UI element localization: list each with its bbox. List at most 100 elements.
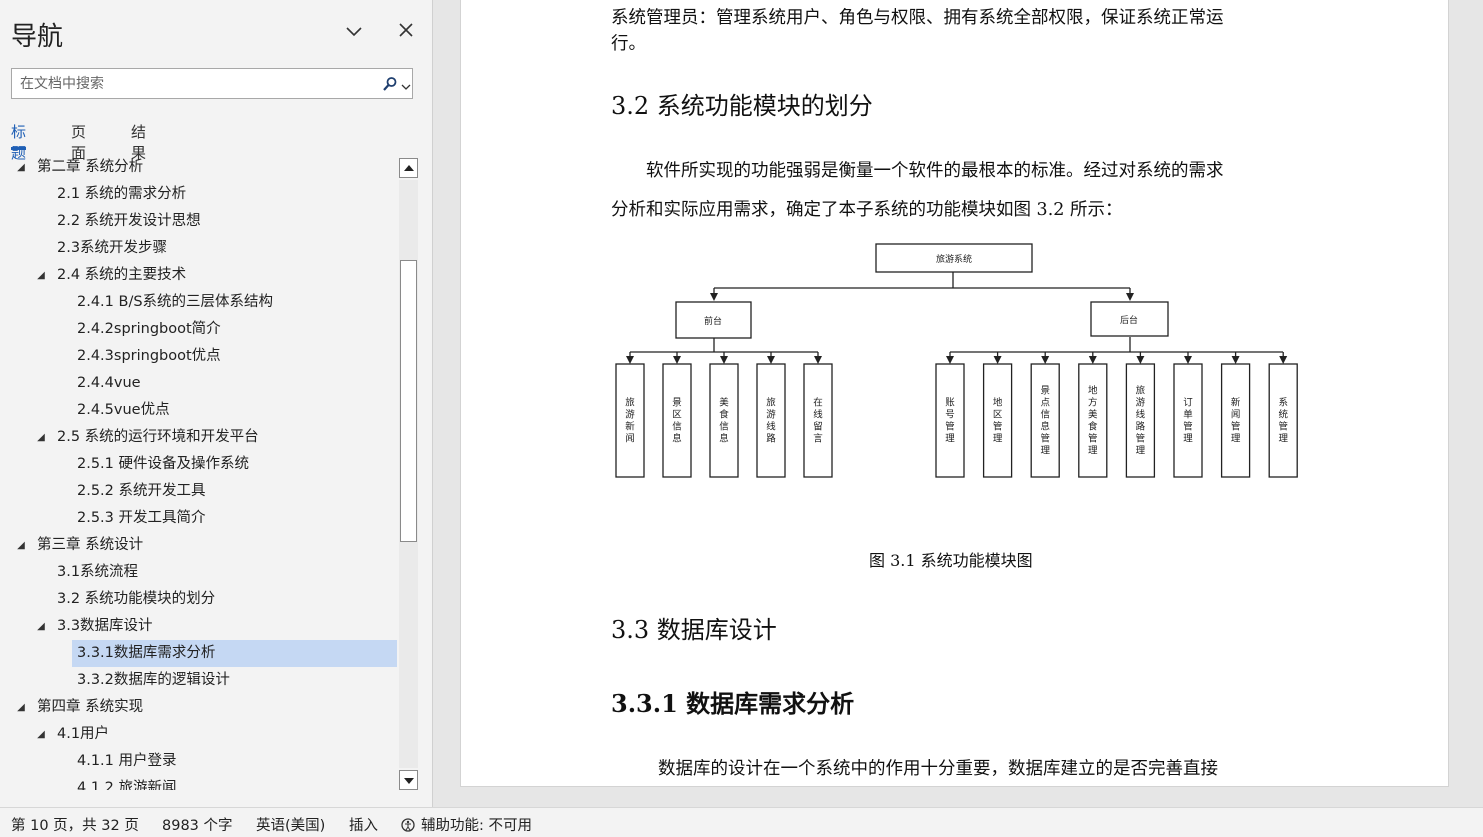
nav-scrollbar[interactable] — [399, 158, 419, 790]
nav-heading-item[interactable]: 3.1系统流程 — [0, 559, 398, 586]
nav-heading-item[interactable]: 2.4.4vue — [0, 370, 398, 397]
figure-caption: 图 3.1 系统功能模块图 — [869, 551, 1033, 570]
module-box: 旅游线路 — [756, 363, 786, 478]
nav-heading-label: 2.4 系统的主要技术 — [57, 267, 187, 283]
expand-triangle-icon[interactable]: ◢ — [14, 532, 28, 559]
nav-heading-item[interactable]: ◢ 第四章 系统实现 — [0, 694, 398, 721]
nav-heading-item[interactable]: 4.1.2 旅游新闻 — [0, 775, 398, 790]
expand-triangle-icon[interactable]: ◢ — [34, 613, 48, 640]
nav-heading-label: 3.2 系统功能模块的划分 — [57, 591, 216, 607]
module-label: 景点信息管理 — [1040, 386, 1050, 457]
nav-heading-label: 4.1.2 旅游新闻 — [77, 780, 177, 790]
root-node-label: 旅游系统 — [936, 253, 972, 265]
nav-heading-item[interactable]: 2.4.1 B/S系统的三层体系结构 — [0, 289, 398, 316]
nav-heading-item[interactable]: ◢ 3.3数据库设计 — [0, 613, 398, 640]
paragraph-text: 软件所实现的功能强弱是衡量一个软件的最根本的标准。经过对系统的需求 — [646, 161, 1224, 181]
close-icon[interactable] — [395, 19, 417, 41]
scroll-down-button[interactable] — [399, 770, 418, 790]
nav-heading-label: 2.4.3springboot优点 — [77, 348, 221, 364]
nav-heading-label: 第三章 系统设计 — [37, 537, 144, 553]
nav-heading-item[interactable]: 2.2 系统开发设计思想 — [0, 208, 398, 235]
nav-heading-label: 3.1系统流程 — [57, 564, 139, 580]
module-box: 新闻管理 — [1220, 363, 1251, 478]
nav-heading-label: 2.4.5vue优点 — [77, 402, 170, 418]
nav-heading-label: 3.3.2数据库的逻辑设计 — [77, 672, 230, 688]
insert-mode[interactable]: 插入 — [349, 814, 378, 835]
module-label: 系统管理 — [1278, 398, 1288, 445]
module-box: 在线留言 — [803, 363, 833, 478]
nav-heading-label: 2.3系统开发步骤 — [57, 240, 168, 256]
search-options-chevron-icon[interactable] — [401, 78, 411, 90]
nav-heading-item[interactable]: 3.3.1数据库需求分析 — [0, 640, 398, 667]
back-connectors — [946, 352, 1288, 364]
nav-heading-item[interactable]: 2.4.5vue优点 — [0, 397, 398, 424]
document-area[interactable]: 系统管理员：管理系统用户、角色与权限、拥有系统全部权限，保证系统正常运 行。 3… — [434, 0, 1483, 807]
module-box: 账号管理 — [935, 363, 965, 478]
module-label: 景区信息 — [672, 398, 682, 445]
nav-heading-item[interactable]: 2.5.3 开发工具简介 — [0, 505, 398, 532]
scroll-thumb[interactable] — [400, 260, 417, 542]
nav-heading-label: 2.1 系统的需求分析 — [57, 186, 187, 202]
nav-heading-label: 2.4.1 B/S系统的三层体系结构 — [77, 294, 274, 310]
nav-heading-label: 2.5 系统的运行环境和开发平台 — [57, 429, 259, 445]
scroll-track[interactable] — [399, 180, 418, 768]
nav-heading-item[interactable]: 2.1 系统的需求分析 — [0, 181, 398, 208]
module-box: 旅游线路管理 — [1125, 363, 1156, 478]
nav-heading-label: 2.5.3 开发工具简介 — [77, 510, 206, 526]
document-page[interactable]: 系统管理员：管理系统用户、角色与权限、拥有系统全部权限，保证系统正常运 行。 3… — [460, 0, 1449, 787]
nav-heading-label: 3.3.1数据库需求分析 — [77, 645, 216, 661]
page-count[interactable]: 第 10 页，共 32 页 — [11, 814, 139, 835]
navigation-pane: 导航 标题 页面 结果 ◢第二章 系统分析2.1 系统的需求分析2.2 系统开发… — [0, 0, 433, 807]
nav-heading-item[interactable]: 2.4.2springboot简介 — [0, 316, 398, 343]
triangle-up-icon — [404, 165, 414, 171]
nav-heading-item[interactable]: ◢ 第三章 系统设计 — [0, 532, 398, 559]
nav-heading-item[interactable]: ◢ 第二章 系统分析 — [0, 154, 398, 181]
nav-heading-label: 4.1用户 — [57, 726, 110, 742]
front-node: 前台 — [675, 301, 752, 339]
front-children: 旅游新闻 景区信息 美食信息旅游线路在线留言 — [615, 363, 833, 478]
module-box: 地方美食管理 — [1078, 363, 1108, 478]
expand-triangle-icon[interactable]: ◢ — [34, 424, 48, 451]
nav-heading-label: 2.2 系统开发设计思想 — [57, 213, 201, 229]
heading-3-3: 3.3 数据库设计 — [611, 616, 777, 644]
expand-triangle-icon[interactable]: ◢ — [34, 262, 48, 289]
nav-heading-item[interactable]: 2.5.1 硬件设备及操作系统 — [0, 451, 398, 478]
paragraph-text: 系统管理员：管理系统用户、角色与权限、拥有系统全部权限，保证系统正常运 — [611, 8, 1224, 28]
language-indicator[interactable]: 英语(美国) — [256, 814, 325, 835]
accessibility-status[interactable]: 辅助功能: 不可用 — [421, 814, 532, 835]
expand-triangle-icon[interactable]: ◢ — [14, 154, 28, 181]
scroll-up-button[interactable] — [399, 158, 418, 178]
search-icon[interactable] — [382, 76, 398, 92]
nav-heading-label: 2.4.4vue — [77, 375, 141, 391]
module-box: 订单管理 — [1173, 363, 1203, 478]
triangle-down-icon — [404, 778, 414, 784]
module-box: 系统管理 — [1268, 363, 1298, 478]
module-label: 账号管理 — [945, 398, 955, 445]
nav-heading-item[interactable]: 3.2 系统功能模块的划分 — [0, 586, 398, 613]
word-count[interactable]: 8983 个字 — [162, 814, 233, 835]
nav-heading-item[interactable]: 2.5.2 系统开发工具 — [0, 478, 398, 505]
nav-heading-item[interactable]: ◢ 4.1用户 — [0, 721, 398, 748]
back-children: 账号管理 地区管理 景点信息管理 地方美食管理旅游线路管理 订单管理 新闻管理 系统管理 — [935, 363, 1298, 478]
nav-heading-label: 3.3数据库设计 — [57, 618, 153, 634]
nav-title: 导航 — [11, 22, 64, 52]
expand-triangle-icon[interactable]: ◢ — [34, 721, 48, 748]
expand-triangle-icon[interactable]: ◢ — [14, 694, 28, 721]
nav-heading-item[interactable]: 4.1.1 用户登录 — [0, 748, 398, 775]
nav-heading-item[interactable]: 2.4.3springboot优点 — [0, 343, 398, 370]
nav-heading-item[interactable]: ◢ 2.4 系统的主要技术 — [0, 262, 398, 289]
accessibility-icon[interactable] — [400, 817, 418, 833]
front-node-label: 前台 — [704, 315, 722, 327]
module-box: 景区信息 — [662, 363, 692, 478]
module-label: 订单管理 — [1183, 398, 1193, 445]
diagram-root-node: 旅游系统 — [875, 243, 1033, 273]
search-input[interactable] — [12, 69, 372, 98]
paragraph-text: 行。 — [611, 34, 646, 54]
back-node-label: 后台 — [1120, 314, 1138, 326]
chevron-down-icon[interactable] — [343, 20, 365, 42]
nav-heading-item[interactable]: ◢ 2.5 系统的运行环境和开发平台 — [0, 424, 398, 451]
function-module-diagram: 旅游系统 前台 后台 旅游新闻 景区信息 美食信息旅游线路在线留言 账号管理 地区管理… — [615, 243, 1298, 478]
nav-heading-label: 2.4.2springboot简介 — [77, 321, 221, 337]
nav-heading-item[interactable]: 3.3.2数据库的逻辑设计 — [0, 667, 398, 694]
nav-heading-item[interactable]: 2.3系统开发步骤 — [0, 235, 398, 262]
